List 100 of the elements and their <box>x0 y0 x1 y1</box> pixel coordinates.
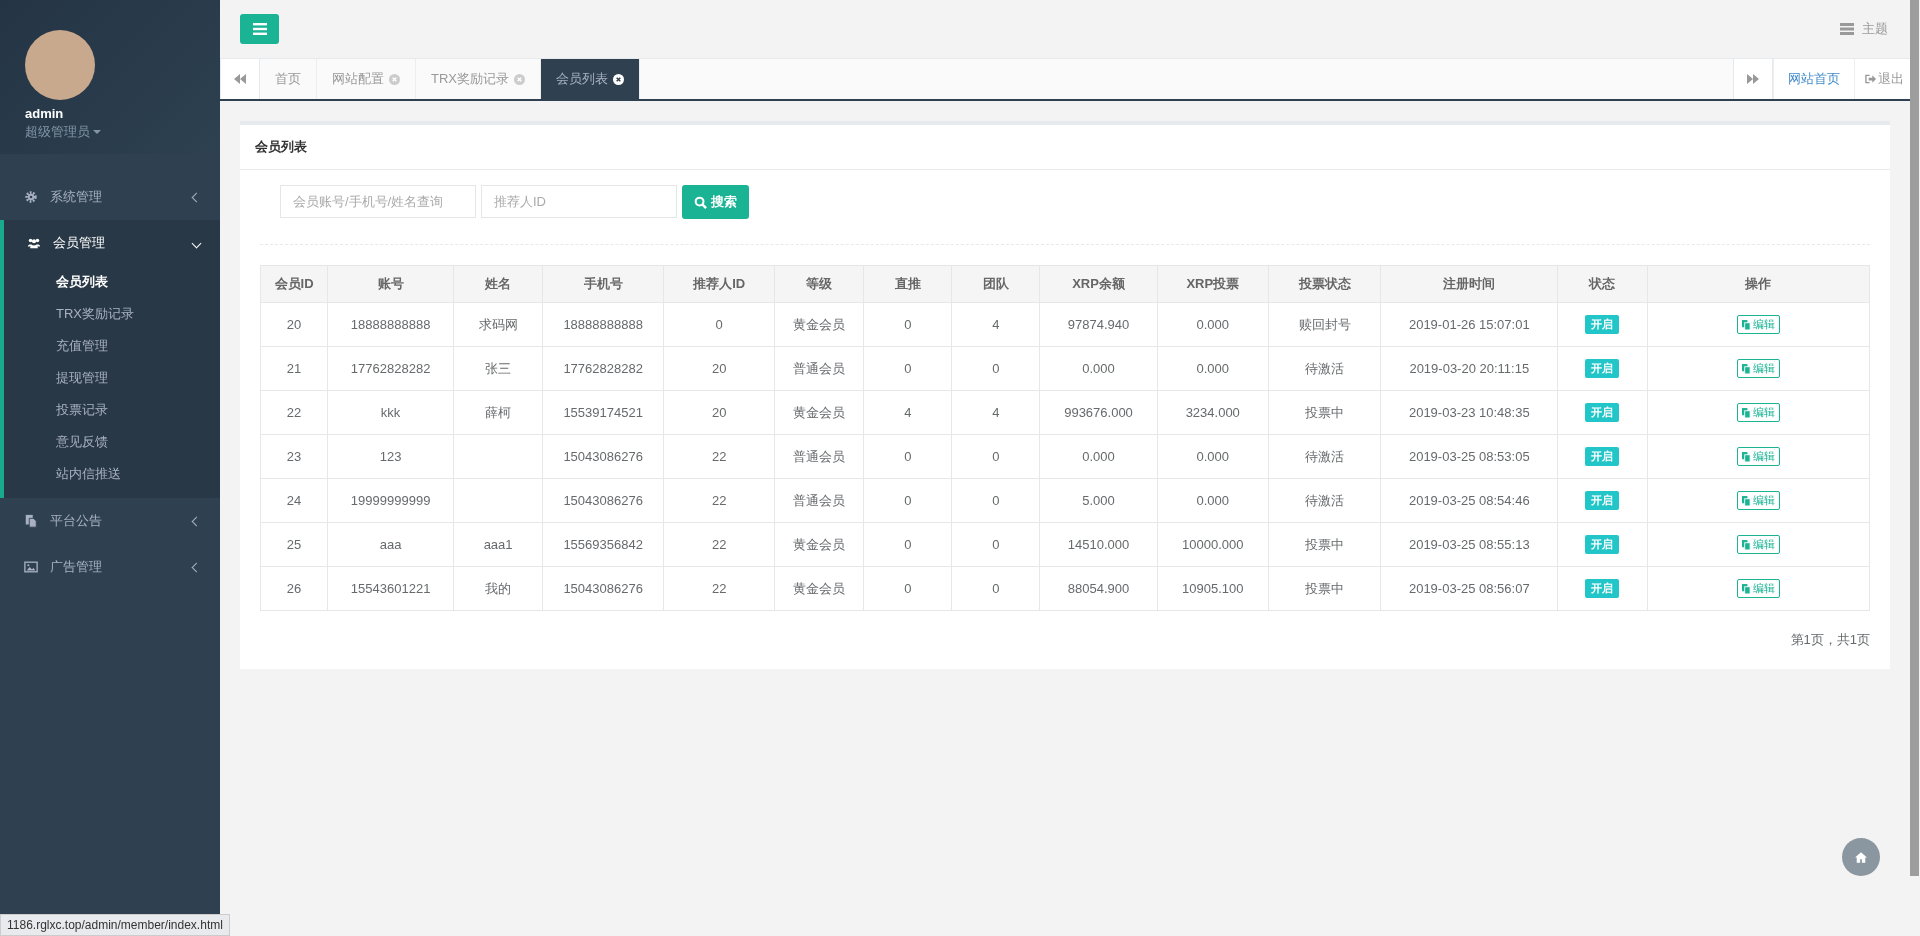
table-cell: 0 <box>904 493 912 508</box>
table-cell: 0 <box>904 317 912 332</box>
column-header: 推荐人ID <box>663 265 775 303</box>
site-home-link[interactable]: 网站首页 <box>1773 59 1854 99</box>
edit-button[interactable]: 编辑 <box>1736 447 1780 466</box>
table-cell: 0.000 <box>1082 361 1115 376</box>
scroll-right-button[interactable] <box>1733 59 1773 99</box>
search-icon <box>694 195 707 209</box>
table-cell: 0 <box>992 449 1000 464</box>
theme-link[interactable]: 主题 <box>1840 20 1888 38</box>
column-header: 注册时间 <box>1380 265 1558 303</box>
table-cell: 0.000 <box>1196 361 1229 376</box>
table-cell: 2019-03-25 08:56:07 <box>1408 581 1530 596</box>
column-header: 团队 <box>951 265 1040 303</box>
search-button[interactable]: 搜索 <box>682 185 749 219</box>
menu-label: 会员管理 <box>53 234 106 252</box>
copy-icon <box>1741 451 1751 462</box>
table-cell: 4 <box>904 405 912 420</box>
menu-item[interactable]: 平台公告 <box>0 498 220 544</box>
table-cell: 0 <box>904 537 912 552</box>
table-cell: 2019-03-25 08:53:05 <box>1408 449 1530 464</box>
submenu-item[interactable]: 站内信推送 <box>4 458 220 490</box>
list-icon <box>1840 23 1854 35</box>
table-cell: 黄金会员 <box>793 404 846 420</box>
menu-toggle-button[interactable] <box>240 14 279 44</box>
column-header: 等级 <box>774 265 864 303</box>
page-tab[interactable]: 网站配置 <box>317 59 416 99</box>
menu-item[interactable]: 广告管理 <box>0 544 220 590</box>
table-cell: 我的 <box>485 580 512 596</box>
menu-item[interactable]: 会员管理 <box>4 220 220 266</box>
table-cell: 2019-03-25 08:55:13 <box>1408 537 1530 552</box>
table-cell: 2019-03-23 10:48:35 <box>1408 405 1530 420</box>
caret-icon <box>93 130 101 134</box>
status-badge: 开启 <box>1585 447 1620 466</box>
edit-button[interactable]: 编辑 <box>1736 491 1780 510</box>
status-badge: 开启 <box>1585 403 1620 422</box>
table-cell: 普通会员 <box>793 492 846 508</box>
scrollbar[interactable] <box>1910 0 1919 876</box>
page-tab[interactable]: 会员列表 <box>541 59 640 99</box>
scroll-left-button[interactable] <box>220 59 260 99</box>
close-icon[interactable] <box>613 73 624 85</box>
sign-out-icon <box>1865 74 1876 84</box>
search-field[interactable]: 会员账号/手机号/姓名查询 <box>280 185 476 218</box>
table-cell: 0 <box>992 537 1000 552</box>
table-cell: 0 <box>992 493 1000 508</box>
table-cell: 18888888888 <box>350 317 431 332</box>
table-cell: 15043086276 <box>563 581 643 596</box>
column-header: 会员ID <box>260 265 328 303</box>
table-cell: 20 <box>711 405 727 420</box>
table-cell: 15043086276 <box>563 493 643 508</box>
table-cell: 2019-03-25 08:54:46 <box>1408 493 1530 508</box>
home-button[interactable] <box>1842 838 1880 876</box>
logout-link[interactable]: 退出 <box>1854 59 1910 99</box>
table-cell: 20 <box>711 361 727 376</box>
table-cell: 0.000 <box>1082 449 1115 464</box>
table-cell: 普通会员 <box>793 360 846 376</box>
copy-icon <box>1741 495 1751 506</box>
referrer-id-field[interactable]: 推荐人ID <box>481 185 677 218</box>
edit-button[interactable]: 编辑 <box>1736 359 1780 378</box>
table-cell: 投票中 <box>1305 404 1344 420</box>
table-cell: 22 <box>711 449 727 464</box>
submenu-item[interactable]: TRX奖励记录 <box>4 298 220 330</box>
page-tab[interactable]: 首页 <box>260 59 317 99</box>
status-badge: 开启 <box>1585 359 1620 378</box>
submenu-item[interactable]: 会员列表 <box>4 266 220 298</box>
status-badge: 开启 <box>1585 535 1620 554</box>
copy-icon <box>1741 539 1751 550</box>
table-cell: 19999999999 <box>350 493 431 508</box>
edit-button[interactable]: 编辑 <box>1736 403 1780 422</box>
menu-item[interactable]: 系统管理 <box>0 174 220 220</box>
user-name: admin <box>25 106 65 121</box>
table-cell: 0 <box>904 581 912 596</box>
column-header: 投票状态 <box>1268 265 1381 303</box>
submenu-item[interactable]: 提现管理 <box>4 362 220 394</box>
table-cell: 993676.000 <box>1064 405 1133 420</box>
table-cell: 17762828282 <box>350 361 431 376</box>
submenu-item[interactable]: 充值管理 <box>4 330 220 362</box>
table-cell: 求码网 <box>478 316 518 332</box>
table-cell: 15569356842 <box>563 537 643 552</box>
user-role-dropdown[interactable]: 超级管理员 <box>25 123 101 141</box>
table-cell: 22 <box>286 405 302 420</box>
menu-label: 平台公告 <box>50 512 103 530</box>
edit-button[interactable]: 编辑 <box>1736 579 1780 598</box>
copy-icon <box>1741 363 1751 374</box>
table-cell: 23 <box>286 449 302 464</box>
double-left-icon <box>234 74 246 84</box>
edit-button[interactable]: 编辑 <box>1736 315 1780 334</box>
column-header: 姓名 <box>453 265 543 303</box>
panel-title: 会员列表 <box>240 125 1890 170</box>
submenu-item[interactable]: 意见反馈 <box>4 426 220 458</box>
table-cell: 10905.100 <box>1182 581 1244 596</box>
table-cell: 97874.940 <box>1067 317 1130 332</box>
table-cell: 赎回封号 <box>1298 316 1351 332</box>
table-cell: 22 <box>711 537 727 552</box>
table-cell: 0.000 <box>1196 317 1229 332</box>
submenu-item[interactable]: 投票记录 <box>4 394 220 426</box>
table-cell: 24 <box>286 493 302 508</box>
table-cell: kkk <box>380 405 401 420</box>
table-cell: aaa <box>379 537 402 552</box>
edit-button[interactable]: 编辑 <box>1736 535 1780 554</box>
